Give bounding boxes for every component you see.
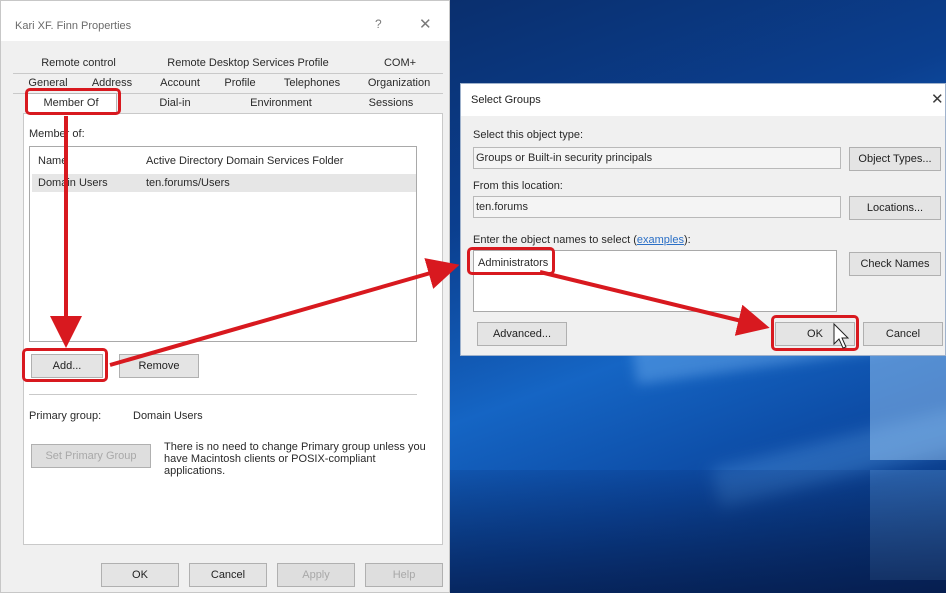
highlight-add-button — [22, 348, 108, 382]
properties-titlebar: Kari XF. Finn Properties ? ✕ — [1, 1, 449, 41]
select-groups-title: Select Groups — [471, 94, 541, 106]
location-label: From this location: — [473, 180, 563, 192]
column-header-name[interactable]: Name — [38, 155, 67, 167]
cancel-button[interactable]: Cancel — [863, 322, 943, 346]
select-groups-dialog: Select Groups ✕ Select this object type:… — [460, 83, 946, 356]
object-names-label-end: ): — [683, 234, 691, 246]
tab-sessions[interactable]: Sessions — [341, 94, 441, 113]
set-primary-group-button[interactable]: Set Primary Group — [31, 444, 151, 468]
object-names-label: Enter the object names to select (exampl… — [473, 234, 691, 246]
help-icon[interactable]: ? — [375, 17, 382, 31]
tab-remote-desktop-services-profile[interactable]: Remote Desktop Services Profile — [141, 54, 355, 73]
tab-organization[interactable]: Organization — [359, 74, 439, 93]
highlight-ok-button — [771, 315, 859, 351]
tab-remote-control[interactable]: Remote control — [21, 54, 136, 73]
object-type-label: Select this object type: — [473, 129, 584, 141]
list-item-folder: ten.forums/Users — [146, 177, 230, 189]
cancel-button[interactable]: Cancel — [189, 563, 267, 587]
highlight-object-names — [467, 247, 555, 275]
member-of-list[interactable]: Name Active Directory Domain Services Fo… — [29, 146, 417, 342]
column-header-folder[interactable]: Active Directory Domain Services Folder — [146, 155, 343, 167]
check-names-button[interactable]: Check Names — [849, 252, 941, 276]
tab-environment[interactable]: Environment — [229, 94, 333, 113]
primary-group-note: There is no need to change Primary group… — [164, 441, 426, 477]
member-of-label: Member of: — [29, 128, 85, 140]
tab-com-plus[interactable]: COM+ — [361, 54, 439, 73]
windows-logo-pane — [870, 350, 946, 460]
object-type-field: Groups or Built-in security principals — [473, 147, 841, 169]
advanced-button[interactable]: Advanced... — [477, 322, 567, 346]
tab-telephones[interactable]: Telephones — [269, 74, 355, 93]
examples-link[interactable]: examples — [637, 234, 684, 246]
close-icon[interactable]: ✕ — [931, 90, 944, 108]
locations-button[interactable]: Locations... — [849, 196, 941, 220]
tab-profile[interactable]: Profile — [215, 74, 265, 93]
primary-group-label: Primary group: — [29, 410, 102, 422]
primary-group-value: Domain Users — [133, 410, 203, 422]
help-button[interactable]: Help — [365, 563, 443, 587]
ok-button[interactable]: OK — [101, 563, 179, 587]
properties-title: Kari XF. Finn Properties — [15, 20, 132, 32]
section-divider — [29, 394, 417, 395]
apply-button[interactable]: Apply — [277, 563, 355, 587]
object-names-label-text: Enter the object names to select ( — [473, 234, 637, 246]
close-icon[interactable]: ✕ — [419, 15, 432, 33]
remove-button[interactable]: Remove — [119, 354, 199, 378]
tab-dial-in[interactable]: Dial-in — [123, 94, 227, 113]
select-groups-titlebar: Select Groups ✕ — [461, 84, 945, 116]
highlight-member-of-tab — [25, 88, 121, 115]
list-item-name: Domain Users — [38, 177, 108, 189]
desktop-floor-shade — [450, 470, 946, 593]
location-field: ten.forums — [473, 196, 841, 218]
tab-account[interactable]: Account — [149, 74, 211, 93]
object-types-button[interactable]: Object Types... — [849, 147, 941, 171]
